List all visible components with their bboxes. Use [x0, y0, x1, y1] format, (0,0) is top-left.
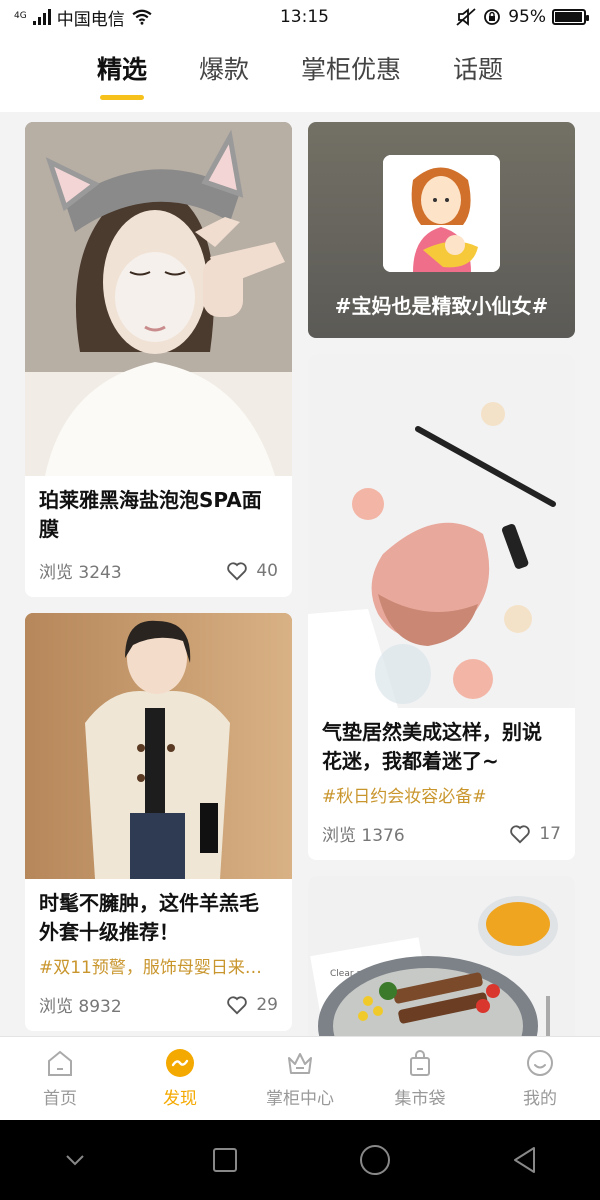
battery-icon [552, 9, 589, 25]
post-title: 气垫居然美成这样，别说花迷，我都着迷了~ [322, 720, 542, 773]
status-right: 95% [456, 7, 589, 27]
post-card-body: 时髦不臃肿，这件羊羔毛外套十级推荐！ #双11预警，服饰母婴日来… 浏览 893… [25, 879, 292, 1031]
post-title: 时髦不臃肿，这件羊羔毛外套十级推荐！ [39, 891, 259, 944]
like-button[interactable]: 40 [226, 561, 278, 581]
crown-icon [288, 1053, 312, 1074]
tab-featured[interactable]: 精选 [97, 50, 147, 96]
recents-button[interactable] [207, 1142, 243, 1178]
post-card[interactable]: Clear and simple [308, 876, 575, 1036]
chevron-down-icon [66, 1155, 84, 1166]
bag-icon [410, 1050, 430, 1076]
post-image-cushion [308, 354, 575, 708]
post-card[interactable]: 气垫居然美成这样，别说花迷，我都着迷了~ #秋日约会妆容必备# 浏览 1376 … [308, 354, 575, 860]
nav-home-label: 首页 [43, 1089, 77, 1109]
carrier-name: 中国电信 [56, 9, 125, 30]
feed-column-right: #宝妈也是精致小仙女# 气垫居然美成这样，别说花迷，我都着迷了~ #秋日约会妆容… [308, 122, 575, 1036]
battery-percent: 95% [508, 7, 546, 27]
view-count: 浏览 8932 [39, 997, 122, 1017]
nav-discover[interactable]: 发现 [120, 1037, 240, 1120]
discover-icon [166, 1049, 194, 1077]
status-time: 13:15 [279, 7, 329, 27]
circle-icon [360, 1145, 390, 1175]
home-button[interactable] [357, 1142, 393, 1178]
signal-icon [32, 9, 51, 25]
square-icon [213, 1148, 237, 1172]
bottom-nav: 首页 发现 掌柜中心 集市袋 我的 [0, 1036, 600, 1120]
post-meta: 浏览 3243 40 [39, 558, 278, 584]
like-button[interactable]: 29 [226, 995, 278, 1015]
nav-me-label: 我的 [523, 1089, 557, 1109]
nav-shopkeeper-center-label: 掌柜中心 [266, 1089, 334, 1109]
photo-coat [25, 613, 292, 879]
rotation-lock-icon [484, 9, 501, 25]
system-nav-bar [0, 1120, 600, 1200]
tab-hot[interactable]: 爆款 [199, 50, 249, 96]
nav-discover-label: 发现 [163, 1089, 197, 1109]
mother-baby-illustration [383, 155, 500, 272]
heart-icon [510, 824, 531, 843]
feed: 珀莱雅黑海盐泡泡SPA面膜 浏览 3243 40 时髦不臃肿，这件羊羔毛外套十级… [0, 112, 600, 1036]
top-tab-bar: 精选 爆款 掌柜优惠 话题 [0, 34, 600, 112]
topic-banner-label: #宝妈也是精致小仙女# [334, 294, 549, 318]
photo-cushion-compact [308, 354, 575, 708]
like-count: 29 [256, 994, 278, 1015]
post-topic-link[interactable]: #双11预警，服饰母婴日来… [39, 953, 278, 978]
post-card[interactable]: 珀莱雅黑海盐泡泡SPA面膜 浏览 3243 40 [25, 122, 292, 597]
photo-meal: Clear and simple [308, 876, 575, 1036]
collapse-button[interactable] [57, 1142, 93, 1178]
back-triangle-icon [514, 1147, 535, 1173]
home-icon [48, 1050, 72, 1076]
smile-icon [527, 1050, 553, 1076]
tab-topics[interactable]: 话题 [453, 50, 503, 96]
heart-icon [227, 995, 248, 1014]
post-image-meal: Clear and simple [308, 876, 575, 1036]
back-button[interactable] [507, 1142, 543, 1178]
post-meta: 浏览 1376 17 [322, 821, 561, 847]
status-left: 4G 中国电信 [14, 5, 153, 30]
nav-shopkeeper-center[interactable]: 掌柜中心 [240, 1037, 360, 1120]
network-label: 4G [14, 10, 27, 21]
post-card[interactable]: 时髦不臃肿，这件羊羔毛外套十级推荐！ #双11预警，服饰母婴日来… 浏览 893… [25, 613, 292, 1031]
like-button[interactable]: 17 [509, 824, 561, 844]
status-bar: 4G 中国电信 13:15 95% [0, 0, 600, 34]
battery-fill [555, 12, 582, 22]
photo-face-mask [25, 122, 292, 476]
nav-market-bag-label: 集市袋 [394, 1089, 446, 1109]
tab-shopkeeper-deals[interactable]: 掌柜优惠 [301, 50, 401, 96]
post-meta: 浏览 8932 29 [39, 992, 278, 1018]
view-count: 浏览 1376 [322, 826, 405, 846]
nav-home[interactable]: 首页 [0, 1037, 120, 1120]
post-card-body: 珀莱雅黑海盐泡泡SPA面膜 浏览 3243 40 [25, 476, 292, 597]
post-card-body: 气垫居然美成这样，别说花迷，我都着迷了~ #秋日约会妆容必备# 浏览 1376 … [308, 708, 575, 860]
post-topic-link[interactable]: #秋日约会妆容必备# [322, 782, 561, 807]
view-count: 浏览 3243 [39, 563, 122, 583]
mute-vibrate-icon [456, 8, 476, 26]
post-image-coat [25, 613, 292, 879]
like-count: 40 [256, 560, 278, 581]
nav-market-bag[interactable]: 集市袋 [360, 1037, 480, 1120]
wifi-icon [132, 9, 152, 25]
post-image-face-mask [25, 122, 292, 476]
post-title: 珀莱雅黑海盐泡泡SPA面膜 [39, 488, 262, 541]
heart-icon [227, 561, 248, 580]
like-count: 17 [539, 823, 561, 844]
topic-banner[interactable]: #宝妈也是精致小仙女# [308, 122, 575, 338]
topic-thumbnail [383, 155, 500, 272]
feed-column-left: 珀莱雅黑海盐泡泡SPA面膜 浏览 3243 40 时髦不臃肿，这件羊羔毛外套十级… [25, 122, 292, 1036]
nav-me[interactable]: 我的 [480, 1037, 600, 1120]
